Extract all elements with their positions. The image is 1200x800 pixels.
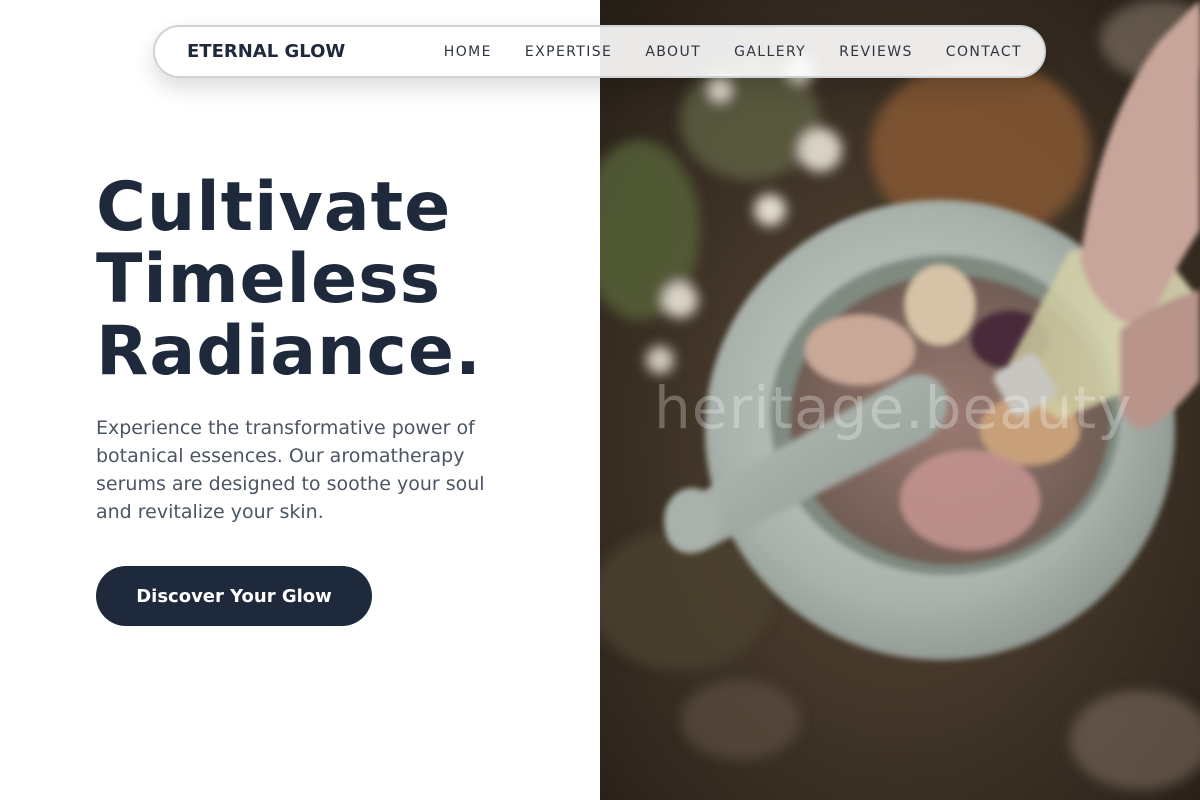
top-navigation: ETERNAL GLOW HOME EXPERTISE ABOUT GALLER… bbox=[153, 25, 1046, 78]
nav-link-expertise[interactable]: EXPERTISE bbox=[525, 44, 612, 60]
hero-image: heritage.beauty bbox=[600, 0, 1200, 800]
discover-glow-button[interactable]: Discover Your Glow bbox=[96, 566, 372, 626]
hero-description: Experience the transformative power of b… bbox=[96, 417, 485, 523]
nav-menu: HOME EXPERTISE ABOUT GALLERY REVIEWS CON… bbox=[411, 27, 1022, 76]
landing-page: Cultivate Timeless Radiance. Experience … bbox=[0, 0, 1200, 800]
image-watermark: heritage.beauty bbox=[654, 374, 1133, 442]
nav-link-home[interactable]: HOME bbox=[444, 44, 492, 60]
hero-text-panel: Cultivate Timeless Radiance. Experience … bbox=[0, 0, 600, 800]
nav-link-about[interactable]: ABOUT bbox=[645, 44, 701, 60]
brand-logo[interactable]: ETERNAL GLOW bbox=[187, 27, 345, 76]
headline-line-3: Radiance. bbox=[96, 312, 482, 391]
nav-link-contact[interactable]: CONTACT bbox=[946, 44, 1022, 60]
nav-link-gallery[interactable]: GALLERY bbox=[734, 44, 806, 60]
nav-link-reviews[interactable]: REVIEWS bbox=[839, 44, 913, 60]
hero-headline: Cultivate Timeless Radiance. bbox=[96, 172, 482, 388]
headline-line-2: Timeless bbox=[96, 240, 442, 319]
headline-line-1: Cultivate bbox=[96, 168, 452, 247]
